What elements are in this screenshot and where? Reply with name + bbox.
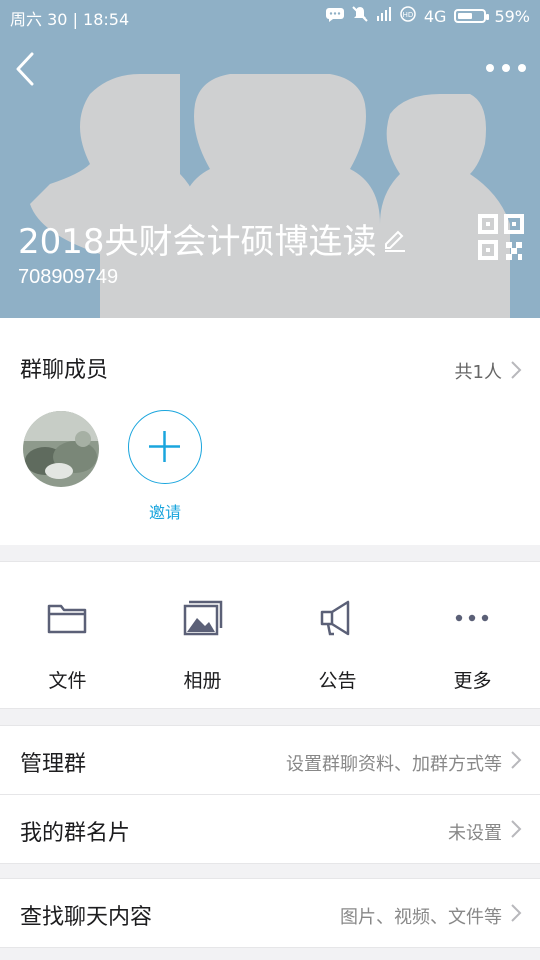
divider bbox=[0, 708, 540, 709]
row-manage-value: 设置群聊资料、加群方式等 bbox=[286, 754, 502, 775]
hd-call-icon: HD bbox=[400, 6, 416, 26]
battery-icon bbox=[454, 9, 490, 23]
message-notification-icon bbox=[325, 7, 344, 26]
row-my-group-card[interactable]: 我的群名片 未设置 bbox=[0, 795, 540, 863]
row-card-title: 我的群名片 bbox=[20, 821, 131, 846]
more-menu-icon[interactable] bbox=[486, 58, 526, 78]
more-icon bbox=[455, 614, 489, 622]
status-date-time: 周六 30 | 18:54 bbox=[10, 10, 130, 29]
tool-more-label: 更多 bbox=[453, 670, 492, 692]
row-card-value: 未设置 bbox=[448, 823, 502, 844]
tools-section: 文件 相册 公告 更多 bbox=[0, 562, 540, 708]
tool-files-label: 文件 bbox=[48, 670, 87, 692]
chevron-right-icon bbox=[511, 820, 522, 838]
status-indicators: HD 4G 59% bbox=[325, 6, 530, 26]
chevron-right-icon bbox=[511, 751, 522, 769]
album-icon bbox=[183, 600, 223, 636]
member-avatar[interactable] bbox=[23, 411, 99, 487]
plus-icon bbox=[149, 431, 180, 462]
tool-announcement[interactable]: 公告 bbox=[270, 562, 405, 708]
tool-album-label: 相册 bbox=[183, 670, 222, 692]
battery-percent: 59% bbox=[494, 6, 530, 26]
invite-label[interactable]: 邀请 bbox=[128, 499, 202, 523]
edit-name-icon[interactable] bbox=[382, 226, 408, 252]
group-id: 708909749 bbox=[18, 266, 119, 288]
divider bbox=[0, 863, 540, 864]
folder-icon bbox=[47, 604, 87, 634]
status-date: 30 bbox=[47, 10, 68, 29]
members-title: 群聊成员 bbox=[20, 358, 109, 383]
status-time: 18:54 bbox=[83, 10, 130, 29]
row-search-title: 查找聊天内容 bbox=[20, 905, 153, 930]
row-manage-title: 管理群 bbox=[20, 752, 87, 777]
tool-album[interactable]: 相册 bbox=[135, 562, 270, 708]
battery-fill bbox=[458, 13, 473, 19]
vibrate-signal-icon bbox=[376, 6, 392, 26]
megaphone-icon bbox=[320, 600, 350, 636]
group-name: 2018央财会计硕博连读 bbox=[18, 222, 377, 262]
status-day: 周六 bbox=[10, 10, 43, 29]
back-arrow-icon[interactable] bbox=[12, 52, 42, 86]
qr-code-icon[interactable] bbox=[478, 214, 524, 260]
svg-text:HD: HD bbox=[403, 11, 414, 19]
row-search-value: 图片、视频、文件等 bbox=[340, 907, 502, 928]
chevron-right-icon[interactable] bbox=[510, 360, 522, 380]
network-type: 4G bbox=[423, 6, 447, 26]
divider bbox=[0, 947, 540, 948]
members-count[interactable]: 共1人 bbox=[455, 358, 502, 384]
members-section: 群聊成员 共1人 邀请 bbox=[0, 318, 540, 545]
tool-more[interactable]: 更多 bbox=[405, 562, 540, 708]
mute-icon bbox=[352, 6, 368, 26]
status-bar: 周六 30 | 18:54 HD 4G 59% bbox=[0, 0, 540, 32]
row-manage-group[interactable]: 管理群 设置群聊资料、加群方式等 bbox=[0, 726, 540, 794]
row-search-chat[interactable]: 查找聊天内容 图片、视频、文件等 bbox=[0, 879, 540, 947]
chevron-right-icon bbox=[511, 904, 522, 922]
invite-button[interactable] bbox=[128, 410, 202, 484]
tool-announcement-label: 公告 bbox=[318, 670, 357, 692]
group-header: 周六 30 | 18:54 HD 4G 59% 2018央财会计硕博连读 708… bbox=[0, 0, 540, 318]
tool-files[interactable]: 文件 bbox=[0, 562, 135, 708]
